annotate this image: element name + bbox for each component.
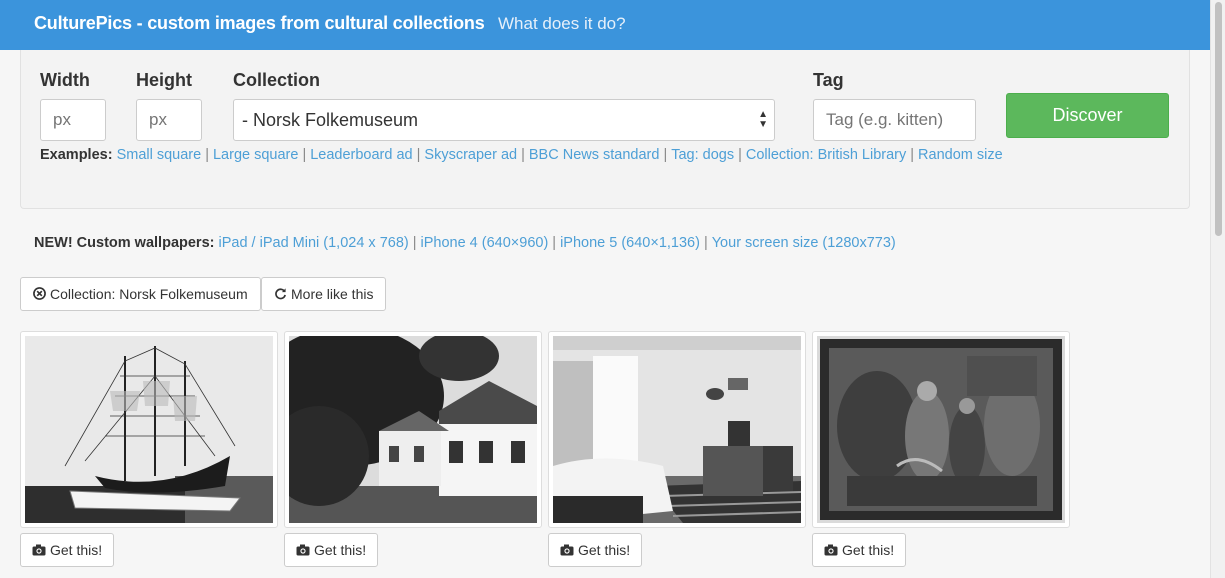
vertical-scrollbar[interactable]: [1210, 0, 1225, 578]
bedroom-interior-image: [553, 336, 801, 523]
result-card-bedroom[interactable]: [548, 331, 806, 528]
camera-icon: [296, 534, 310, 566]
get-this-button-2[interactable]: Get this!: [284, 533, 379, 567]
discover-button[interactable]: Discover: [1006, 93, 1169, 138]
ship-model-image: [25, 336, 273, 523]
get-this-button-3[interactable]: Get this!: [548, 533, 643, 567]
tag-label: Tag: [813, 70, 844, 90]
collection-select[interactable]: - Norsk Folkemuseum ▲ ▼: [233, 99, 775, 141]
example-skyscraper-ad[interactable]: Skyscraper ad: [424, 147, 517, 163]
get-this-label: Get this!: [50, 542, 103, 558]
width-input[interactable]: [40, 99, 106, 141]
get-this-button-4[interactable]: Get this!: [812, 533, 907, 567]
search-form-panel: Width Height Collection - Norsk Folkemus…: [20, 50, 1190, 209]
camera-icon: [32, 534, 46, 566]
example-random-size[interactable]: Random size: [918, 147, 1003, 163]
height-label: Height: [136, 70, 192, 90]
remove-collection-filter-button[interactable]: Collection: Norsk Folkemuseum: [20, 277, 261, 311]
wallpapers-label: NEW! Custom wallpapers:: [34, 235, 215, 251]
example-british-library[interactable]: Collection: British Library: [746, 147, 906, 163]
collection-chip-label: Collection: Norsk Folkemuseum: [50, 286, 248, 302]
wallpaper-iphone5[interactable]: iPhone 5 (640×1,136): [560, 235, 700, 251]
get-this-label: Get this!: [314, 542, 367, 558]
result-card-house[interactable]: [284, 331, 542, 528]
wallpaper-screen-size[interactable]: Your screen size (1280x773): [712, 235, 896, 251]
example-leaderboard-ad[interactable]: Leaderboard ad: [310, 147, 412, 163]
scrollbar-thumb[interactable]: [1215, 2, 1222, 236]
result-card-ship[interactable]: [20, 331, 278, 528]
width-label: Width: [40, 70, 90, 90]
example-bbc-news[interactable]: BBC News standard: [529, 147, 660, 163]
wallpaper-ipad[interactable]: iPad / iPad Mini (1,024 x 768): [219, 235, 409, 251]
wallpaper-iphone4[interactable]: iPhone 4 (640×960): [421, 235, 549, 251]
result-card-painting[interactable]: [812, 331, 1070, 528]
examples-label: Examples:: [40, 147, 113, 163]
white-house-image: [289, 336, 537, 523]
height-input[interactable]: [136, 99, 202, 141]
wallpapers-row: NEW! Custom wallpapers: iPad / iPad Mini…: [34, 235, 896, 251]
example-small-square[interactable]: Small square: [117, 147, 202, 163]
examples-row: Examples: Small square | Large square | Lead…: [40, 147, 1003, 163]
get-this-label: Get this!: [578, 542, 631, 558]
more-like-this-label: More like this: [291, 286, 374, 302]
navbar: CulturePics - custom images from cultura…: [0, 0, 1210, 50]
camera-icon: [560, 534, 574, 566]
more-like-this-button[interactable]: More like this: [261, 277, 387, 311]
collection-label: Collection: [233, 70, 321, 90]
tag-input[interactable]: [813, 99, 976, 141]
framed-painting-image: [817, 336, 1065, 523]
collection-selected-value: - Norsk Folkemuseum: [242, 110, 419, 130]
times-circle-icon: [33, 278, 46, 310]
get-this-label: Get this!: [842, 542, 895, 558]
camera-icon: [824, 534, 838, 566]
brand-link[interactable]: CulturePics - custom images from cultura…: [34, 13, 485, 34]
get-this-button-1[interactable]: Get this!: [20, 533, 115, 567]
example-tag-dogs[interactable]: Tag: dogs: [671, 147, 734, 163]
select-arrows-icon: ▲ ▼: [758, 109, 768, 130]
refresh-icon: [274, 278, 287, 310]
about-link[interactable]: What does it do?: [498, 14, 626, 34]
example-large-square[interactable]: Large square: [213, 147, 298, 163]
